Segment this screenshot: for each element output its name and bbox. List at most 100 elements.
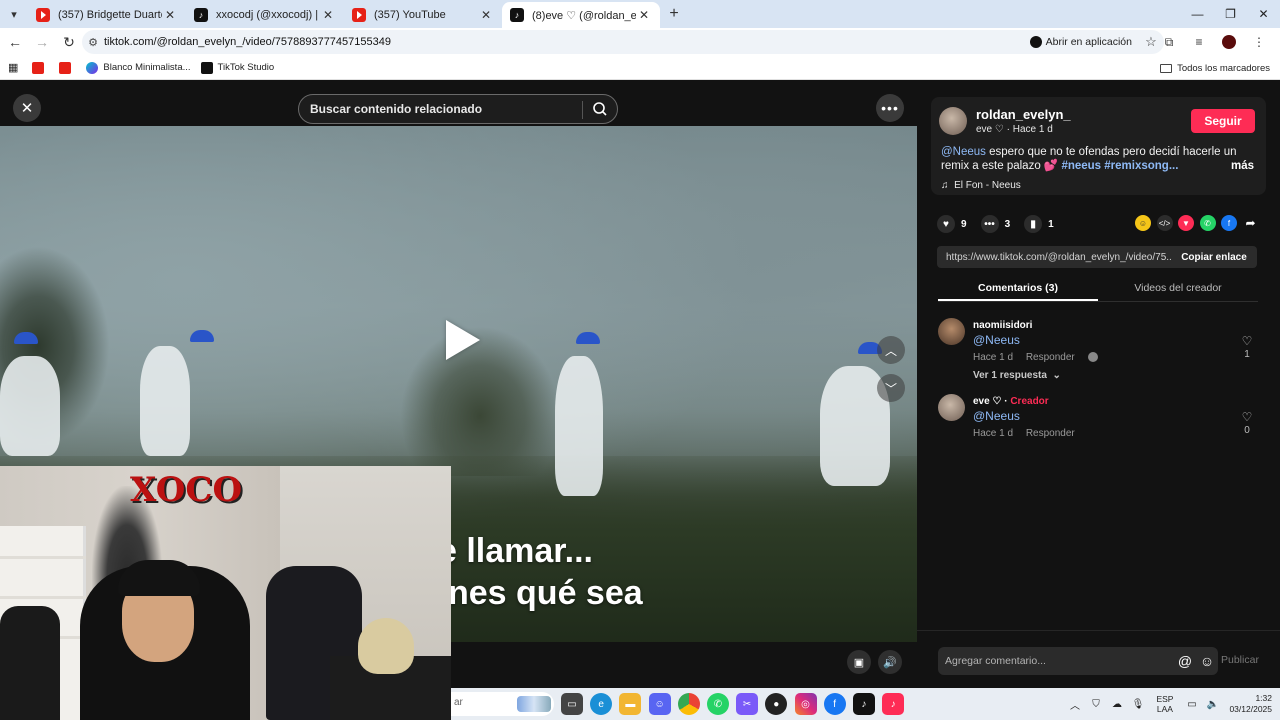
apps-grid-icon[interactable]: ▦ — [8, 61, 18, 74]
reply-button[interactable]: Responder — [1026, 352, 1075, 363]
all-bookmarks[interactable]: Todos los marcadores — [1160, 56, 1270, 80]
browser-tab[interactable]: (357) YouTube ✕ — [344, 2, 502, 28]
copy-link-button[interactable]: Copiar enlace — [1171, 252, 1257, 263]
instagram-icon[interactable]: ◎ — [794, 693, 817, 715]
reply-button[interactable]: Responder — [1026, 428, 1075, 439]
music-info[interactable]: ♫ El Fon - Neeus — [941, 180, 1021, 191]
browser-tab-active[interactable]: ♪ (8)eve ♡ (@roldan_evelyn_) | Ti ✕ — [502, 2, 660, 28]
address-bar[interactable]: ⚙ tiktok.com/@roldan_evelyn_/video/75788… — [82, 30, 1164, 54]
author-avatar[interactable] — [939, 107, 967, 135]
like-button[interactable]: ♥ 9 — [937, 215, 967, 233]
comment-author[interactable]: naomiisidori — [973, 320, 1032, 331]
clock[interactable]: 1:32 03/12/2025 — [1229, 693, 1272, 715]
security-icon[interactable]: ⛉ — [1085, 699, 1106, 710]
restore-icon[interactable]: ❐ — [1214, 0, 1247, 28]
save-button[interactable]: ▮ 1 — [1024, 215, 1054, 233]
author-meta: eve ♡ · Hace 1 d — [976, 124, 1053, 135]
speaker-icon[interactable]: 🔈 — [1202, 699, 1223, 710]
whatsapp-icon[interactable]: ✆ — [706, 693, 729, 715]
discord-icon[interactable]: ☺ — [648, 693, 671, 715]
comment-text[interactable]: @Neeus — [973, 409, 1020, 423]
publish-button[interactable]: Publicar — [1221, 654, 1259, 666]
more-link[interactable]: más — [1231, 160, 1254, 172]
close-window-icon[interactable]: ✕ — [1247, 0, 1280, 28]
reload-icon[interactable]: ↻ — [57, 30, 81, 54]
mention-at-icon[interactable]: @ — [1174, 653, 1196, 669]
monitor-icon[interactable]: ▭ — [1181, 699, 1202, 710]
url-text[interactable]: tiktok.com/@roldan_evelyn_/video/7578893… — [104, 36, 1030, 48]
forward-arrow-icon[interactable]: → — [30, 30, 54, 54]
related-search-input[interactable]: Buscar contenido relacionado — [298, 94, 618, 124]
search-icon[interactable] — [592, 101, 608, 117]
volume-icon[interactable]: 🔊 — [878, 650, 902, 674]
add-comment-input[interactable]: Agregar comentario... @ ☺ — [938, 647, 1218, 675]
bookmark-icon: ▮ — [1024, 215, 1043, 233]
video-link-text[interactable]: https://www.tiktok.com/@roldan_evelyn_/v… — [937, 252, 1171, 263]
comment-author[interactable]: eve ♡ · Creador — [973, 396, 1049, 407]
media-controls-icon[interactable]: ≡ — [1184, 35, 1214, 49]
tab-search-chevron-icon[interactable]: ▾ — [0, 0, 28, 28]
site-info-icon[interactable]: ⚙ — [82, 36, 104, 49]
file-explorer-icon[interactable]: ▬ — [619, 693, 642, 715]
follow-button[interactable]: Seguir — [1191, 109, 1255, 133]
open-in-app-button[interactable]: Abrir en aplicación — [1029, 36, 1132, 48]
tiktok-icon — [1029, 36, 1042, 48]
close-video-icon[interactable]: ✕ — [13, 94, 41, 122]
more-options-icon[interactable]: ••• — [876, 94, 904, 122]
taskbar-search[interactable]: ar — [451, 692, 554, 716]
whatsapp-icon[interactable]: ✆ — [1199, 215, 1216, 231]
chrome-icon[interactable] — [677, 693, 700, 715]
play-icon[interactable] — [446, 320, 480, 360]
floating-player-icon[interactable]: ▣ — [847, 650, 871, 674]
chevron-up-icon[interactable]: ︿ — [1064, 697, 1085, 712]
new-tab-plus-icon[interactable]: + — [660, 5, 688, 23]
tiktok-icon[interactable]: ♪ — [852, 693, 875, 715]
minimize-icon[interactable]: — — [1181, 0, 1214, 28]
microphone-icon[interactable]: 🎙 — [1127, 699, 1148, 710]
profile-avatar[interactable] — [1222, 35, 1236, 49]
edge-icon[interactable]: e — [590, 693, 613, 715]
previous-video-chevron-up-icon[interactable]: ︿ — [877, 336, 905, 364]
repost-icon[interactable]: ☺ — [1135, 215, 1151, 231]
bookmark-item[interactable] — [32, 61, 49, 74]
facebook-icon[interactable]: f — [823, 693, 846, 715]
extensions-icon[interactable]: ⧉ — [1154, 35, 1184, 50]
author-username[interactable]: roldan_evelyn_ — [976, 107, 1071, 122]
snipping-tool-icon[interactable]: ✂ — [736, 693, 759, 715]
tab-creator-videos[interactable]: Videos del creador — [1098, 278, 1258, 301]
bookmark-item[interactable] — [59, 61, 76, 74]
bookmark-label: Blanco Minimalista... — [103, 62, 191, 73]
heart-outline-icon[interactable]: ♡ — [1240, 334, 1254, 348]
kebab-menu-icon[interactable]: ⋮ — [1244, 35, 1274, 49]
facebook-icon[interactable]: f — [1221, 215, 1237, 231]
close-tab-icon[interactable]: ✕ — [320, 8, 336, 22]
embed-icon[interactable]: </> — [1156, 215, 1173, 231]
send-icon[interactable]: ▼ — [1178, 215, 1194, 231]
close-tab-icon[interactable]: ✕ — [636, 8, 652, 22]
back-arrow-icon[interactable]: ← — [3, 30, 27, 54]
avatar[interactable] — [938, 394, 965, 421]
emoji-icon[interactable]: ☺ — [1196, 653, 1218, 669]
comment-text[interactable]: @Neeus — [973, 333, 1020, 347]
bookmark-item[interactable]: TikTok Studio — [200, 61, 274, 74]
cloud-icon[interactable]: ☁ — [1106, 699, 1127, 710]
close-tab-icon[interactable]: ✕ — [478, 8, 494, 22]
next-video-chevron-down-icon[interactable]: ﹀ — [877, 374, 905, 402]
bookmark-item[interactable]: Blanco Minimalista... — [86, 61, 191, 74]
comment-button[interactable]: ••• 3 — [980, 215, 1010, 233]
tiktok-studio-icon[interactable]: ♪ — [882, 693, 905, 715]
mention-link[interactable]: @Neeus — [941, 146, 986, 158]
heart-outline-icon[interactable]: ♡ — [1240, 410, 1254, 424]
hashtags[interactable]: #neeus #remixsong... — [1058, 160, 1178, 172]
task-view-icon[interactable]: ▭ — [561, 693, 583, 715]
obs-icon[interactable]: ● — [765, 693, 788, 715]
browser-tab[interactable]: (357) Bridgette Duarte - Put1n ✕ — [28, 2, 186, 28]
share-row: ☺ </> ▼ ✆ f ➦ — [1135, 215, 1264, 231]
view-replies-button[interactable]: Ver 1 respuesta ⌄ — [973, 370, 1061, 381]
close-tab-icon[interactable]: ✕ — [162, 8, 178, 22]
share-arrow-icon[interactable]: ➦ — [1243, 215, 1259, 231]
browser-tab[interactable]: ♪ xxocodj (@xxocodj) | TikTok ✕ — [186, 2, 344, 28]
tab-comments[interactable]: Comentarios (3) — [938, 278, 1098, 301]
avatar[interactable] — [938, 318, 965, 345]
language-indicator[interactable]: ESP LAA — [1156, 694, 1173, 714]
